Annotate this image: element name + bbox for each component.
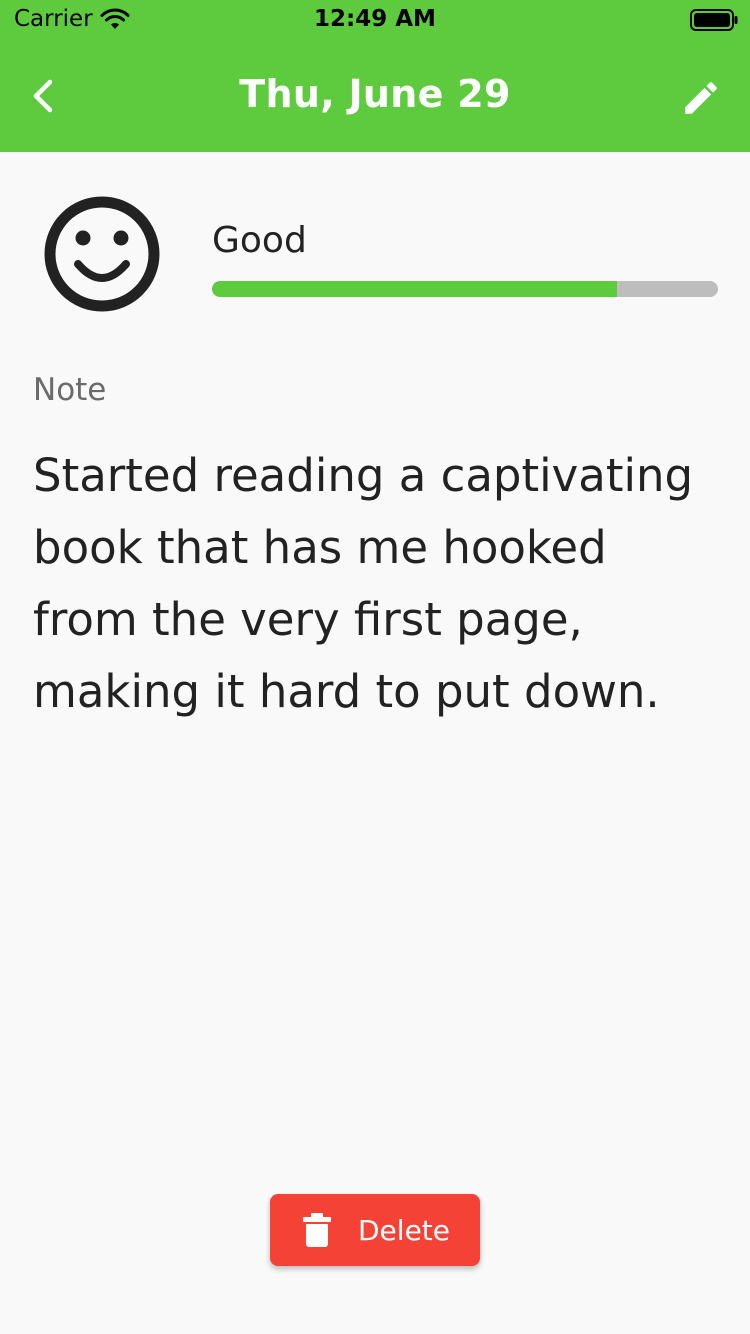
pencil-icon[interactable]	[680, 77, 722, 119]
status-bar: Carrier 12:49 AM	[0, 0, 750, 40]
note-text: Started reading a captivating book that …	[33, 449, 694, 718]
mood-label: Good	[212, 220, 307, 261]
note-label: Note	[33, 372, 107, 408]
battery-icon	[690, 9, 738, 31]
header-area: Carrier 12:49 AM Thu, June 29	[0, 0, 750, 152]
app-bar: Thu, June 29	[0, 40, 750, 152]
mood-level-bar	[212, 281, 718, 297]
mood-level-fill	[212, 281, 617, 297]
clock: 12:49 AM	[314, 6, 436, 32]
delete-button-label: Delete	[358, 1214, 450, 1247]
mood-entry-screen: Carrier 12:49 AM Thu, June 29 Good Note …	[0, 0, 750, 1334]
delete-button[interactable]: Delete	[270, 1194, 480, 1266]
page-title: Thu, June 29	[239, 72, 511, 116]
trash-icon	[303, 1213, 331, 1247]
smiley-face-icon	[44, 196, 160, 312]
